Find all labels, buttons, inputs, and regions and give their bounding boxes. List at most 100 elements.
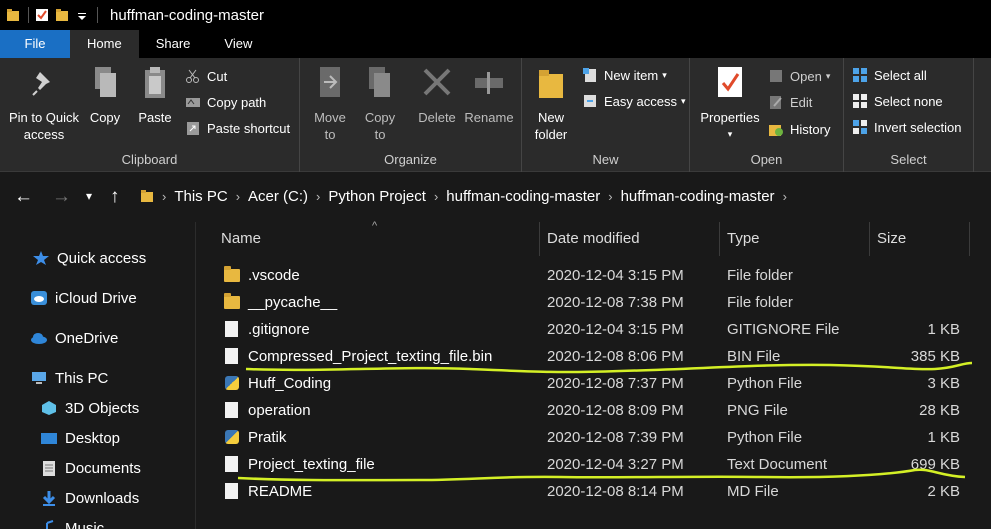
tab-share[interactable]: Share bbox=[139, 30, 208, 58]
copy-icon bbox=[95, 67, 116, 97]
onedrive-icon bbox=[31, 333, 47, 344]
pin-label-line2: access bbox=[23, 127, 65, 142]
file-row[interactable]: operation 2020-12-08 8:09 PM PNG File 28… bbox=[216, 398, 976, 425]
copy-path-icon bbox=[186, 98, 200, 107]
paste-label: Paste bbox=[138, 110, 172, 125]
file-row[interactable]: Project_texting_file 2020-12-04 3:27 PM … bbox=[216, 452, 976, 479]
toolbar-separator bbox=[97, 7, 98, 23]
sidebar-item-quick-access[interactable]: Quick access bbox=[32, 245, 146, 271]
recent-locations-chevron-icon[interactable]: ▾ bbox=[86, 189, 92, 203]
breadcrumb-acer-c[interactable]: Acer (C:) bbox=[248, 188, 308, 205]
sidebar-item-onedrive[interactable]: OneDrive bbox=[30, 325, 118, 351]
copy-button[interactable]: Copy bbox=[86, 64, 124, 126]
move-to-button[interactable]: Move to bbox=[310, 64, 350, 143]
file-row[interactable]: README 2020-12-08 8:14 PM MD File 2 KB bbox=[216, 479, 976, 506]
cut-button[interactable]: Cut bbox=[185, 65, 227, 87]
properties-button[interactable]: Properties ▾ bbox=[696, 64, 764, 143]
file-name: Huff_Coding bbox=[248, 375, 332, 392]
paste-shortcut-icon bbox=[187, 122, 199, 135]
up-arrow-icon[interactable]: ↑ bbox=[110, 186, 120, 208]
edit-icon bbox=[770, 96, 782, 109]
column-name[interactable]: Name bbox=[221, 230, 261, 247]
file-row[interactable]: Huff_Coding 2020-12-08 7:37 PM Python Fi… bbox=[216, 371, 976, 398]
column-divider[interactable] bbox=[969, 222, 970, 256]
new-folder-icon[interactable] bbox=[55, 8, 69, 22]
column-divider[interactable] bbox=[539, 222, 540, 256]
file-row[interactable]: .vscode 2020-12-04 3:15 PM File folder bbox=[216, 263, 976, 290]
downloads-icon bbox=[42, 491, 56, 506]
paste-button[interactable]: Paste bbox=[134, 64, 176, 126]
breadcrumb-chevron-icon[interactable]: › bbox=[608, 189, 612, 204]
history-button[interactable]: History bbox=[768, 118, 830, 140]
customize-toolbar-icon[interactable] bbox=[75, 8, 89, 22]
breadcrumb-chevron-icon[interactable]: › bbox=[783, 189, 787, 204]
sidebar-item-music[interactable]: Music bbox=[40, 515, 104, 529]
sidebar-item-label: OneDrive bbox=[55, 329, 119, 347]
forward-arrow-icon[interactable]: → bbox=[52, 186, 71, 208]
select-none-icon bbox=[853, 94, 867, 108]
sidebar-item-icloud-drive[interactable]: iCloud Drive bbox=[30, 285, 137, 311]
file-row[interactable]: Pratik 2020-12-08 7:39 PM Python File 1 … bbox=[216, 425, 976, 452]
breadcrumb-chevron-icon[interactable]: › bbox=[236, 189, 240, 204]
file-date: 2020-12-08 8:09 PM bbox=[547, 402, 684, 419]
breadcrumb[interactable]: › This PC › Acer (C:) › Python Project ›… bbox=[132, 180, 991, 212]
easy-access-button[interactable]: Easy access ▾ bbox=[582, 90, 686, 112]
column-type[interactable]: Type bbox=[727, 230, 760, 247]
properties-label: Properties bbox=[700, 110, 760, 125]
sort-ascending-icon: ^ bbox=[372, 220, 378, 232]
toolbar-separator bbox=[28, 7, 29, 23]
new-item-button[interactable]: New item ▾ bbox=[582, 64, 667, 86]
breadcrumb-this-pc[interactable]: This PC bbox=[174, 188, 227, 205]
copy-to-button[interactable]: Copy to bbox=[360, 64, 400, 143]
tab-view[interactable]: View bbox=[207, 30, 269, 58]
sidebar-item-documents[interactable]: Documents bbox=[40, 455, 141, 481]
file-row[interactable]: __pycache__ 2020-12-08 7:38 PM File fold… bbox=[216, 290, 976, 317]
desktop-icon bbox=[41, 433, 57, 444]
folder-icon bbox=[141, 190, 153, 202]
column-size[interactable]: Size bbox=[877, 230, 906, 247]
open-button[interactable]: Open ▾ bbox=[768, 65, 830, 87]
rename-label: Rename bbox=[464, 110, 514, 125]
new-folder-button[interactable]: New folder bbox=[528, 64, 574, 143]
file-icon bbox=[224, 348, 240, 364]
pin-icon bbox=[32, 72, 50, 96]
breadcrumb-huffman-coding-master[interactable]: huffman-coding-master bbox=[446, 188, 600, 205]
folder-icon bbox=[224, 266, 240, 283]
delete-label: Delete bbox=[418, 110, 456, 125]
tab-file[interactable]: File bbox=[0, 30, 70, 58]
title-bar: huffman-coding-master bbox=[0, 0, 991, 30]
history-label: History bbox=[790, 121, 831, 137]
sidebar-item-downloads[interactable]: Downloads bbox=[40, 485, 139, 511]
back-arrow-icon[interactable]: ← bbox=[14, 186, 33, 208]
tab-home[interactable]: Home bbox=[70, 30, 139, 58]
breadcrumb-huffman-coding-master-current[interactable]: huffman-coding-master bbox=[621, 188, 775, 205]
invert-selection-button[interactable]: Invert selection bbox=[852, 116, 961, 138]
sidebar-item-desktop[interactable]: Desktop bbox=[40, 425, 120, 451]
pin-to-quick-access-button[interactable]: Pin to Quick access bbox=[6, 64, 82, 143]
dropdown-arrow-icon: ▾ bbox=[727, 129, 733, 139]
delete-button[interactable]: Delete bbox=[412, 64, 462, 126]
column-date-modified[interactable]: Date modified bbox=[547, 230, 640, 247]
select-none-button[interactable]: Select none bbox=[852, 90, 943, 112]
properties-icon[interactable] bbox=[35, 8, 49, 22]
copy-path-button[interactable]: Copy path bbox=[185, 91, 266, 113]
move-to-label-line1: Move bbox=[314, 110, 346, 125]
sidebar-item-this-pc[interactable]: This PC bbox=[30, 365, 108, 391]
breadcrumb-chevron-icon[interactable]: › bbox=[434, 189, 438, 204]
column-divider[interactable] bbox=[719, 222, 720, 256]
column-divider[interactable] bbox=[869, 222, 870, 256]
new-group: New folder New item ▾ Easy access ▾ New bbox=[522, 58, 690, 172]
sidebar-item-label: This PC bbox=[55, 369, 109, 387]
file-row[interactable]: Compressed_Project_texting_file.bin 2020… bbox=[216, 344, 976, 371]
rename-button[interactable]: Rename bbox=[462, 64, 516, 126]
breadcrumb-python-project[interactable]: Python Project bbox=[328, 188, 426, 205]
sidebar-item-3d-objects[interactable]: 3D Objects bbox=[40, 395, 139, 421]
edit-button[interactable]: Edit bbox=[768, 91, 812, 113]
sidebar-item-label: Quick access bbox=[57, 249, 147, 267]
paste-shortcut-button[interactable]: Paste shortcut bbox=[185, 117, 290, 139]
new-item-icon bbox=[583, 68, 596, 82]
file-row[interactable]: .gitignore 2020-12-04 3:15 PM GITIGNORE … bbox=[216, 317, 976, 344]
select-all-button[interactable]: Select all bbox=[852, 64, 927, 86]
breadcrumb-chevron-icon[interactable]: › bbox=[316, 189, 320, 204]
breadcrumb-chevron-icon[interactable]: › bbox=[162, 189, 166, 204]
